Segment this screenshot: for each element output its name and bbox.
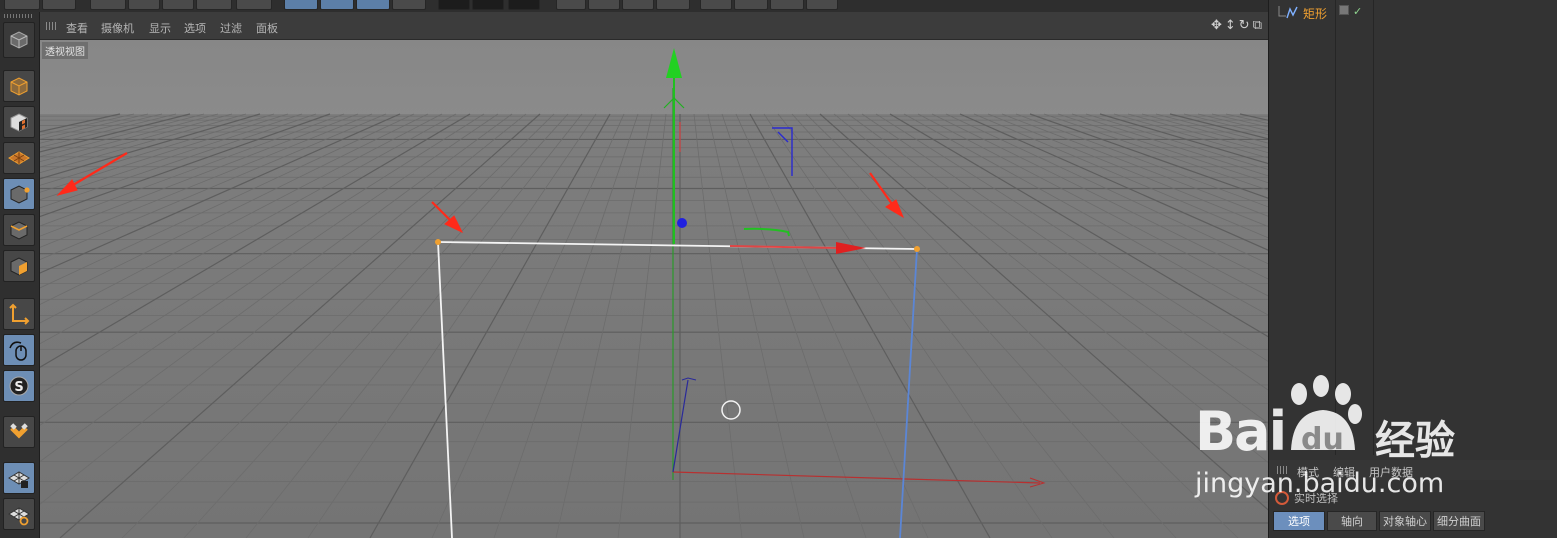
- points-mode-tool[interactable]: [3, 178, 35, 210]
- viewport-scene[interactable]: [40, 40, 1268, 538]
- object-row-rectangle[interactable]: 矩形: [1277, 4, 1327, 22]
- tab-options[interactable]: 选项: [1273, 511, 1325, 531]
- light-button[interactable]: [806, 0, 838, 10]
- texture-axis-icon: [8, 151, 30, 165]
- check-icon[interactable]: ✓: [1353, 5, 1362, 18]
- active-tool-header: 实时选择: [1275, 490, 1338, 506]
- viewport-grip: [46, 22, 58, 30]
- attribute-tabs: 选项 轴向 对象轴心 细分曲面: [1273, 511, 1485, 531]
- camera-button[interactable]: [770, 0, 804, 10]
- cinema4d-window: S 查看 摄像机 显示 选项 过滤 面板 ✥ ↕ ↻ ⧉ 透视视图 矩形 ✓ 模…: [0, 0, 1557, 538]
- tab-subdivision-surface[interactable]: 细分曲面: [1433, 511, 1485, 531]
- rotate-view-icon[interactable]: ↻: [1239, 18, 1250, 33]
- active-tool-name: 实时选择: [1294, 492, 1338, 505]
- palette-grip: [4, 14, 34, 18]
- attributes-menubar: 模式 编辑 用户数据: [1269, 460, 1557, 480]
- x-axis-button[interactable]: [284, 0, 318, 10]
- attributes-grip: [1277, 466, 1289, 474]
- scale-button[interactable]: [162, 0, 194, 10]
- sky: [40, 40, 1268, 118]
- solo-tool[interactable]: S: [3, 370, 35, 402]
- tab-object-axis[interactable]: 对象轴心: [1379, 511, 1431, 531]
- points-mode-icon: [10, 185, 30, 204]
- redo-button[interactable]: [42, 0, 76, 10]
- undo-button[interactable]: [4, 0, 40, 10]
- texture-mode-icon: [10, 113, 28, 132]
- spline-point-left[interactable]: [435, 239, 441, 245]
- polygons-mode-tool[interactable]: [3, 250, 35, 282]
- zoom-view-icon[interactable]: ↕: [1225, 18, 1236, 33]
- edges-mode-tool[interactable]: [3, 214, 35, 246]
- menu-display[interactable]: 显示: [149, 20, 171, 36]
- gizmo-z-handle[interactable]: [677, 218, 687, 228]
- live-select-button[interactable]: [90, 0, 126, 10]
- tweak-mode-tool[interactable]: [3, 334, 35, 366]
- model-mode-icon: [10, 77, 28, 96]
- render-view-button[interactable]: [438, 0, 470, 10]
- perspective-viewport[interactable]: 透视视图: [40, 40, 1268, 538]
- make-editable-tool[interactable]: [3, 22, 35, 58]
- y-axis-button[interactable]: [320, 0, 354, 10]
- recent-tool-button[interactable]: [236, 0, 272, 10]
- object-manager[interactable]: 矩形 ✓: [1269, 0, 1557, 455]
- viewport-menubar: 查看 摄像机 显示 选项 过滤 面板 ✥ ↕ ↻ ⧉: [40, 12, 1268, 40]
- view-label[interactable]: 透视视图: [42, 42, 88, 59]
- maximize-view-icon[interactable]: ⧉: [1253, 18, 1262, 33]
- coordinate-system-button[interactable]: [392, 0, 426, 10]
- polygons-mode-icon: [10, 257, 28, 276]
- attr-menu-mode[interactable]: 模式: [1297, 464, 1319, 480]
- object-flags: ✓: [1339, 5, 1362, 18]
- live-selection-icon: [1275, 491, 1289, 505]
- magnet-icon: [10, 423, 28, 439]
- column-divider: [1373, 0, 1374, 455]
- managers-panel: 矩形 ✓ 模式 编辑 用户数据 实时选择 选项 轴向 对象轴心 细分曲面: [1268, 0, 1557, 538]
- viewport-nav-icons: ✥ ↕ ↻ ⧉: [1211, 18, 1262, 33]
- attr-menu-user-data[interactable]: 用户数据: [1369, 464, 1413, 480]
- menu-options[interactable]: 选项: [184, 20, 206, 36]
- cube-button[interactable]: [556, 0, 586, 10]
- workplane-lock-icon: [8, 471, 30, 488]
- axis-mode-tool[interactable]: [3, 298, 35, 330]
- visibility-icon[interactable]: [1339, 5, 1349, 15]
- attr-menu-edit[interactable]: 编辑: [1333, 464, 1355, 480]
- cloner-button[interactable]: [656, 0, 690, 10]
- render-picture-button[interactable]: [472, 0, 504, 10]
- svg-text:S: S: [14, 380, 23, 395]
- move-button[interactable]: [128, 0, 160, 10]
- mouse-icon: [9, 341, 27, 361]
- menu-filter[interactable]: 过滤: [220, 20, 242, 36]
- floor-button[interactable]: [734, 0, 768, 10]
- axis-mode-icon: [9, 303, 30, 325]
- edges-mode-icon: [10, 221, 28, 240]
- render-settings-button[interactable]: [508, 0, 540, 10]
- tree-branch-icon: [1278, 6, 1298, 19]
- z-axis-button[interactable]: [356, 0, 390, 10]
- workplane-tool[interactable]: [3, 498, 35, 530]
- subdivision-button[interactable]: [622, 0, 654, 10]
- deformer-button[interactable]: [700, 0, 732, 10]
- main-toolbar: [0, 0, 1268, 12]
- rotate-button[interactable]: [196, 0, 232, 10]
- model-mode-tool[interactable]: [3, 70, 35, 102]
- texture-mode-tool[interactable]: [3, 106, 35, 138]
- tab-axis[interactable]: 轴向: [1327, 511, 1377, 531]
- snap-tool[interactable]: [3, 416, 35, 448]
- menu-view[interactable]: 查看: [66, 20, 88, 36]
- object-name[interactable]: 矩形: [1303, 5, 1327, 22]
- spline-point-right[interactable]: [914, 246, 920, 252]
- column-divider: [1335, 0, 1336, 455]
- workplane-lock-tool[interactable]: [3, 462, 35, 494]
- workplane-icon: [8, 507, 30, 526]
- pen-button[interactable]: [588, 0, 620, 10]
- move-view-icon[interactable]: ✥: [1211, 18, 1222, 33]
- make-editable-icon: [10, 31, 28, 49]
- menu-panel[interactable]: 面板: [256, 20, 278, 36]
- tool-palette: S: [0, 12, 40, 538]
- solo-icon: S: [9, 376, 29, 396]
- menu-camera[interactable]: 摄像机: [101, 20, 134, 36]
- texture-axis-tool[interactable]: [3, 142, 35, 174]
